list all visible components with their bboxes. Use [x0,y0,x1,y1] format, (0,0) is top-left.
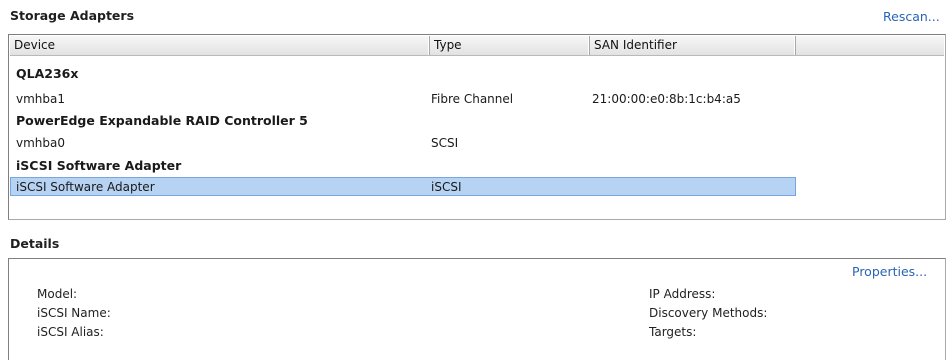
table-header: Device Type SAN Identifier [10,36,946,56]
adapter-type: Fibre Channel [431,92,514,106]
iscsi-alias-label: iSCSI Alias: [37,325,104,339]
ip-address-label: IP Address: [649,287,716,301]
adapter-group-row[interactable]: iSCSI Software Adapter [10,156,946,175]
storage-adapters-table: Device Type SAN Identifier QLA236x vmhba… [8,34,946,220]
model-label: Model: [37,287,78,301]
storage-adapters-title: Storage Adapters [10,8,135,23]
column-header-type[interactable]: Type [430,36,590,55]
adapter-group-name: QLA236x [16,66,79,81]
details-title: Details [10,236,60,251]
details-panel: Properties... Model: iSCSI Name: iSCSI A… [8,258,946,360]
adapter-type: iSCSI [431,180,462,194]
rescan-link[interactable]: Rescan... [883,9,940,24]
properties-link[interactable]: Properties... [852,264,927,279]
adapter-group-name: iSCSI Software Adapter [16,158,182,173]
adapter-group-row[interactable]: QLA236x [10,64,946,83]
discovery-methods-label: Discovery Methods: [649,306,768,320]
adapter-group-name: PowerEdge Expandable RAID Controller 5 [16,113,308,128]
targets-label: Targets: [649,325,697,339]
column-header-spacer [796,36,946,55]
adapter-type: SCSI [431,136,459,150]
adapter-row-vmhba0[interactable]: vmhba0 SCSI [10,134,946,153]
adapter-device: vmhba0 [16,136,66,150]
adapter-device: vmhba1 [16,92,66,106]
adapter-row-vmhba1[interactable]: vmhba1 Fibre Channel 21:00:00:e0:8b:1c:b… [10,90,946,109]
iscsi-name-label: iSCSI Name: [37,306,111,320]
column-header-san-identifier[interactable]: SAN Identifier [590,36,796,55]
adapter-row-iscsi-software-adapter[interactable]: iSCSI Software Adapter iSCSI [10,177,796,196]
adapter-group-row[interactable]: PowerEdge Expandable RAID Controller 5 [10,111,946,130]
column-header-device[interactable]: Device [10,36,430,55]
adapter-device: iSCSI Software Adapter [16,180,155,194]
adapter-san-identifier: 21:00:00:e0:8b:1c:b4:a5 [592,92,741,106]
